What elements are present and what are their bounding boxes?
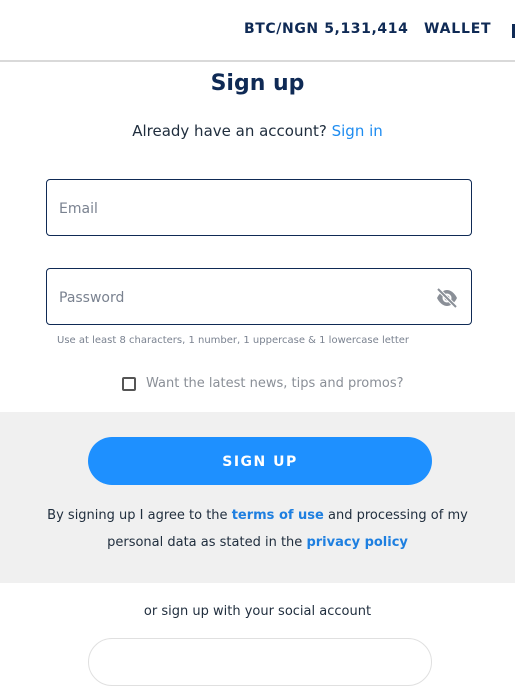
newsletter-checkbox[interactable] bbox=[122, 377, 136, 391]
signin-link[interactable]: Sign in bbox=[332, 122, 383, 140]
legal-notice: By signing up I agree to the terms of us… bbox=[40, 502, 475, 556]
email-input[interactable] bbox=[57, 180, 431, 237]
privacy-policy-link[interactable]: privacy policy bbox=[306, 535, 407, 550]
password-hint: Use at least 8 characters, 1 number, 1 u… bbox=[57, 335, 410, 346]
terms-of-use-link[interactable]: terms of use bbox=[232, 508, 324, 523]
signin-prompt-text: Already have an account? bbox=[132, 122, 327, 140]
signin-prompt: Already have an account? Sign in bbox=[0, 122, 515, 140]
password-input[interactable] bbox=[57, 269, 431, 326]
legal-text-1: By signing up I agree to the bbox=[47, 508, 228, 523]
newsletter-label[interactable]: Want the latest news, tips and promos? bbox=[146, 376, 404, 391]
eye-off-icon[interactable] bbox=[435, 287, 459, 309]
page-title: Sign up bbox=[210, 71, 305, 96]
email-field-container bbox=[46, 179, 472, 237]
social-signup-prompt: or sign up with your social account bbox=[143, 604, 372, 619]
sign-up-button[interactable]: SIGN UP bbox=[88, 437, 432, 485]
social-signup-button[interactable] bbox=[88, 638, 432, 686]
wallet-link[interactable]: WALLET bbox=[424, 21, 491, 37]
top-navigation-bar: BTC/NGN 5,131,414 WALLET bbox=[0, 0, 515, 62]
password-field-container bbox=[46, 268, 472, 326]
btc-ngn-price-ticker[interactable]: BTC/NGN 5,131,414 bbox=[244, 21, 408, 37]
